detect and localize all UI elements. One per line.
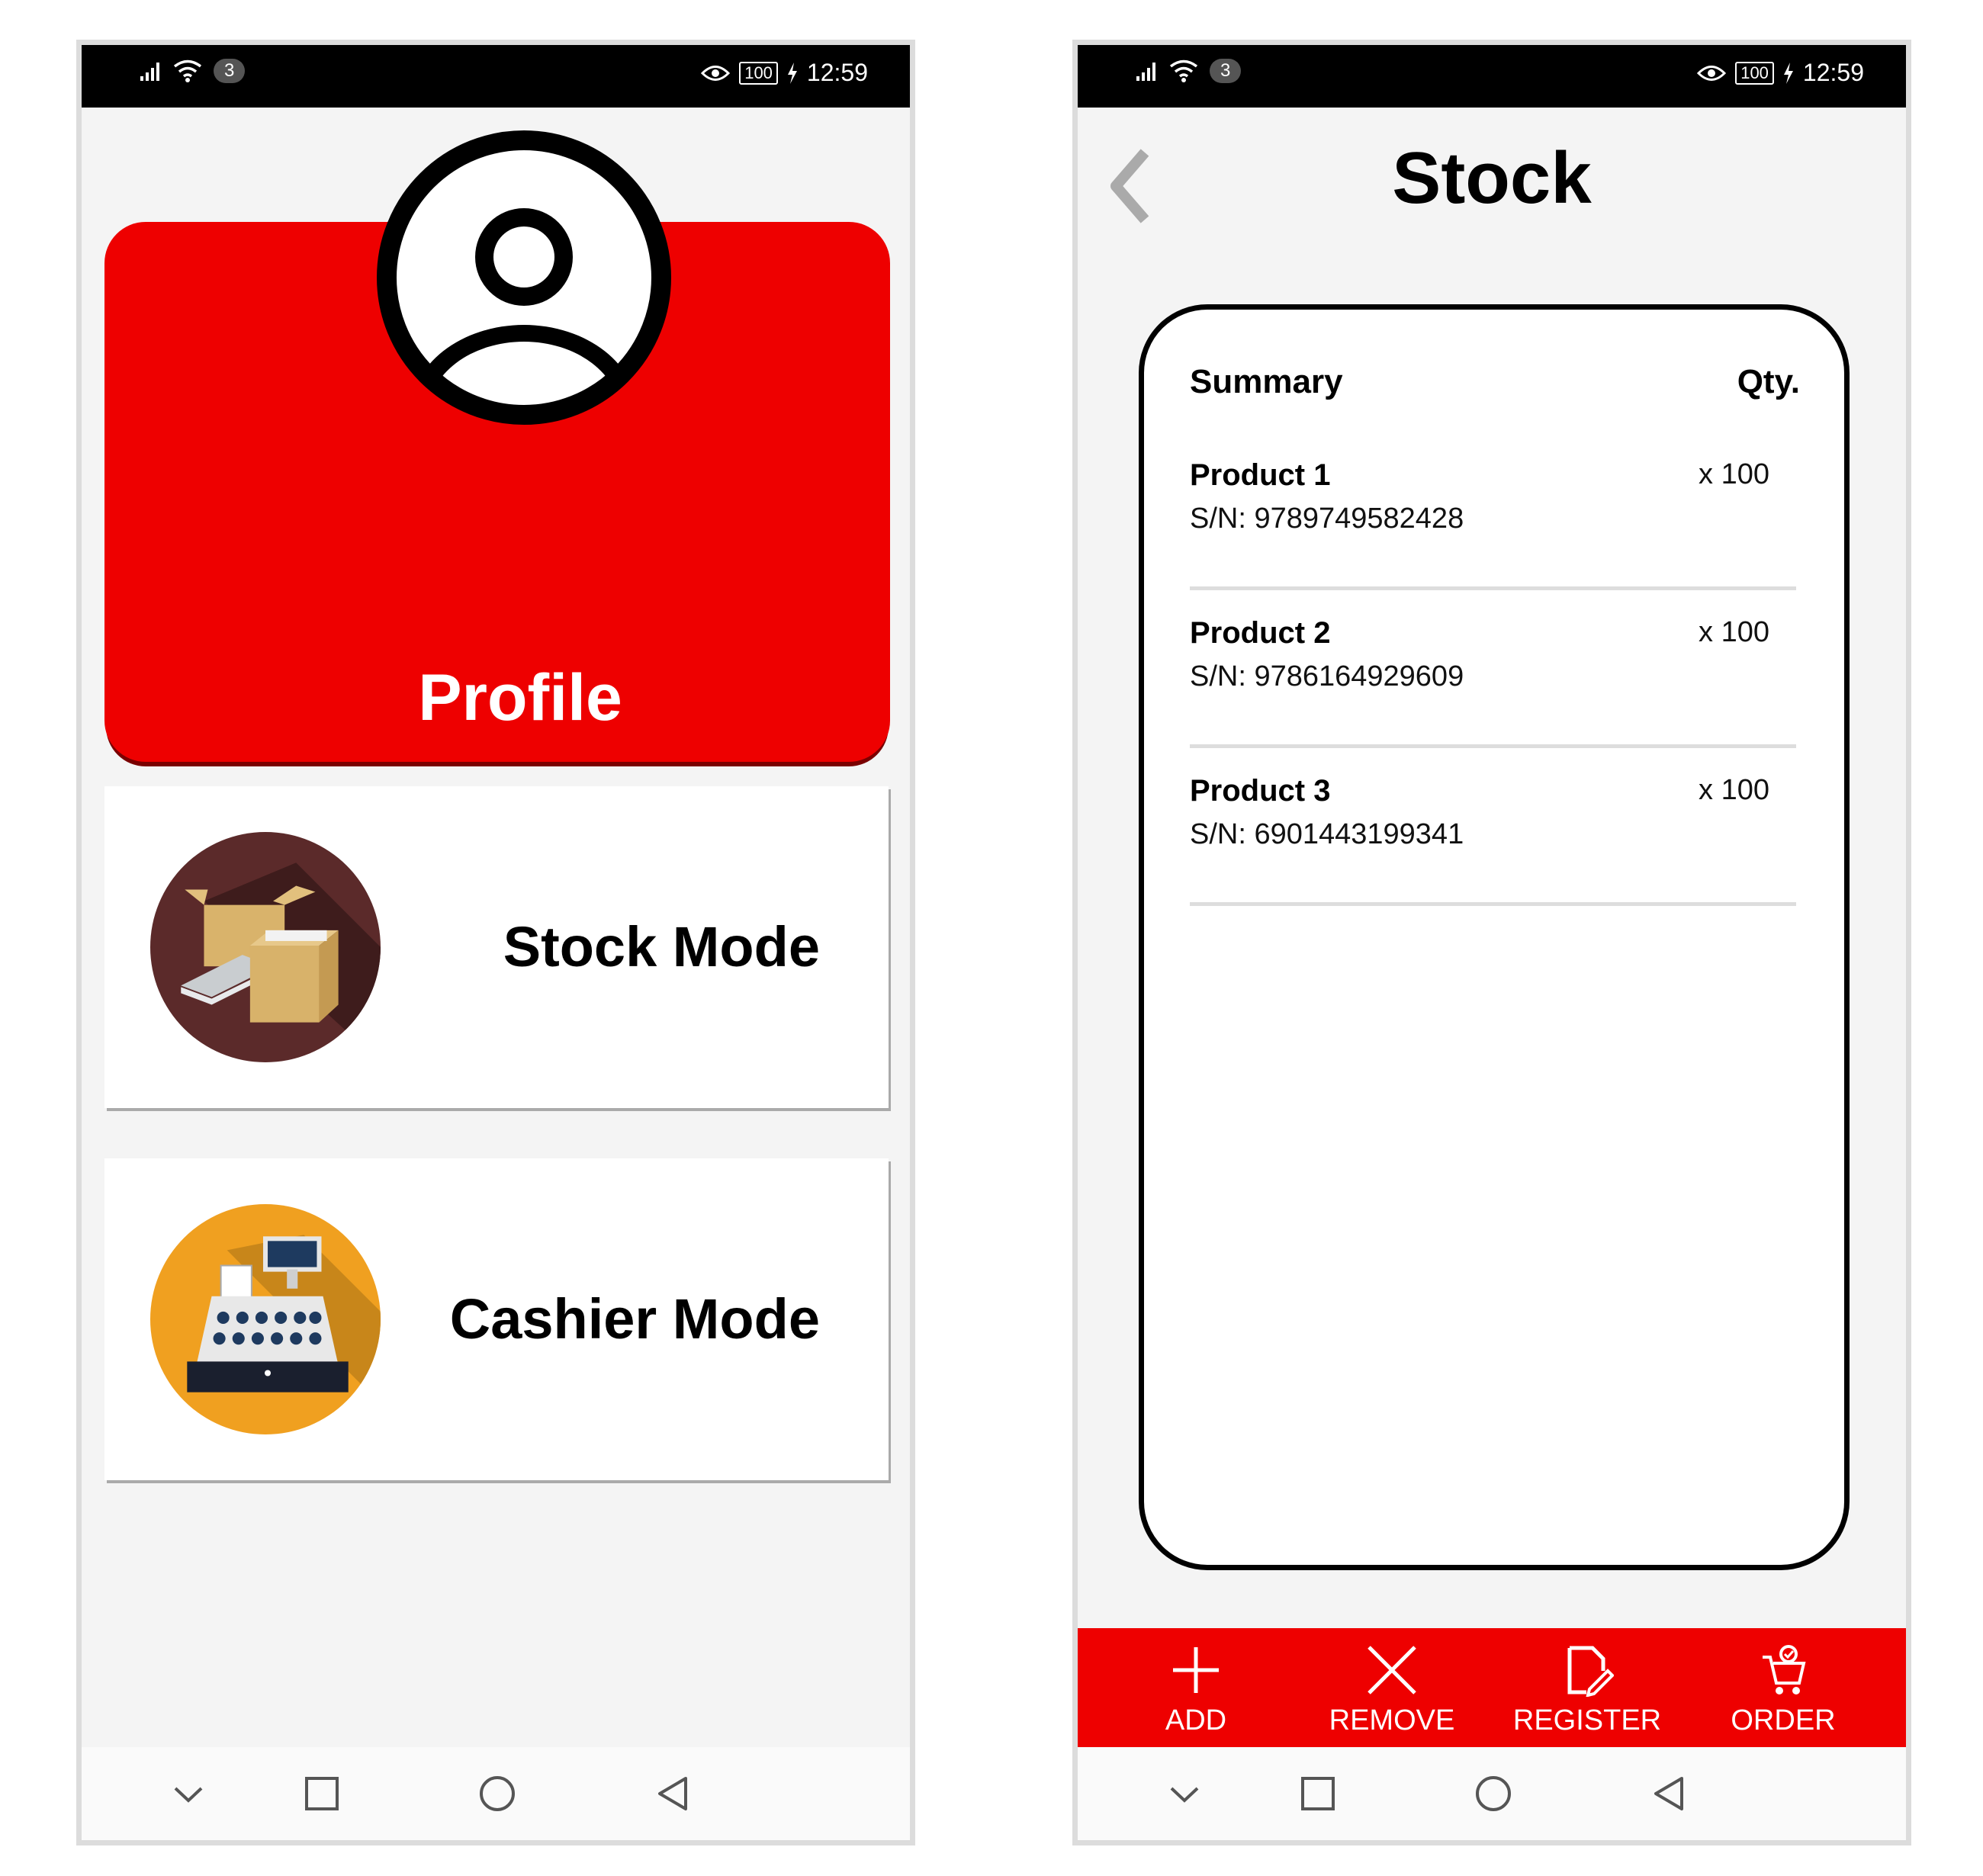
eye-icon bbox=[701, 65, 731, 81]
recents-button-icon[interactable] bbox=[1299, 1775, 1337, 1813]
charging-icon bbox=[787, 62, 797, 84]
status-bar: 3 100 12:59 bbox=[82, 45, 910, 108]
x-icon bbox=[1368, 1646, 1416, 1695]
profile-label: Profile bbox=[418, 661, 622, 734]
edit-icon bbox=[1567, 1646, 1614, 1697]
remove-button[interactable]: REMOVE bbox=[1300, 1643, 1483, 1750]
eye-icon bbox=[1697, 65, 1727, 81]
back-button-icon[interactable] bbox=[1650, 1775, 1688, 1813]
user-avatar-icon[interactable] bbox=[375, 129, 673, 426]
back-button-icon[interactable] bbox=[654, 1775, 692, 1813]
network-badge: 3 bbox=[1210, 59, 1242, 83]
stock-mode-card[interactable]: Stock Mode bbox=[104, 786, 889, 1108]
battery-indicator: 100 bbox=[739, 61, 778, 85]
clock: 12:59 bbox=[1802, 59, 1864, 86]
boxes-icon bbox=[150, 832, 381, 1062]
clock: 12:59 bbox=[806, 59, 868, 86]
status-bar: 3 100 12:59 bbox=[1078, 45, 1906, 108]
product-serial: S/N: 9786164929609 bbox=[1190, 660, 1464, 692]
cash-register-icon bbox=[150, 1204, 381, 1434]
system-nav-bar bbox=[1078, 1747, 1906, 1840]
product-row[interactable]: Product 1 S/N: 9789749582428 x 100 bbox=[1190, 458, 1796, 590]
recents-button-icon[interactable] bbox=[303, 1775, 341, 1813]
product-qty: x 100 bbox=[1699, 458, 1769, 490]
cashier-mode-label: Cashier Mode bbox=[449, 1287, 820, 1351]
page-title: Stock bbox=[1392, 137, 1592, 219]
signal-icon bbox=[140, 63, 159, 81]
system-nav-bar bbox=[82, 1747, 910, 1840]
product-row[interactable]: Product 3 S/N: 6901443199341 x 100 bbox=[1190, 774, 1796, 906]
remove-label: REMOVE bbox=[1329, 1704, 1455, 1736]
charging-icon bbox=[1783, 62, 1793, 84]
chevron-down-icon[interactable] bbox=[169, 1775, 207, 1813]
add-label: ADD bbox=[1165, 1704, 1227, 1736]
battery-indicator: 100 bbox=[1735, 61, 1774, 85]
wifi-icon bbox=[173, 59, 202, 82]
home-button-icon[interactable] bbox=[478, 1775, 516, 1813]
status-left: 3 bbox=[1135, 59, 1242, 83]
cart-check-icon bbox=[1763, 1645, 1806, 1695]
summary-heading: Summary bbox=[1190, 363, 1343, 400]
add-button[interactable]: ADD bbox=[1104, 1643, 1287, 1750]
network-badge: 3 bbox=[214, 59, 246, 83]
product-serial: S/N: 9789749582428 bbox=[1190, 503, 1464, 535]
signal-icon bbox=[1136, 63, 1155, 81]
status-right: 100 12:59 bbox=[1697, 59, 1864, 87]
product-serial: S/N: 6901443199341 bbox=[1190, 818, 1464, 850]
status-left: 3 bbox=[139, 59, 246, 83]
product-name: Product 3 bbox=[1190, 774, 1331, 808]
register-label: REGISTER bbox=[1512, 1704, 1662, 1736]
status-right: 100 12:59 bbox=[701, 59, 868, 87]
order-button[interactable]: ORDER bbox=[1692, 1643, 1875, 1750]
summary-panel: Summary Qty. Product 1 S/N: 978974958242… bbox=[1139, 304, 1850, 1570]
chevron-down-icon[interactable] bbox=[1165, 1775, 1204, 1813]
register-button[interactable]: REGISTER bbox=[1496, 1643, 1679, 1750]
home-screen: 3 100 12:59 Profile Stock Mode Cashier M… bbox=[76, 40, 915, 1845]
order-label: ORDER bbox=[1731, 1704, 1836, 1736]
home-button-icon[interactable] bbox=[1474, 1775, 1512, 1813]
stock-screen: 3 100 12:59 Stock Summary Qty. Product 1… bbox=[1072, 40, 1911, 1845]
product-name: Product 2 bbox=[1190, 616, 1331, 650]
product-qty: x 100 bbox=[1699, 616, 1769, 648]
stock-mode-label: Stock Mode bbox=[503, 915, 820, 978]
wifi-icon bbox=[1169, 59, 1198, 82]
product-row[interactable]: Product 2 S/N: 9786164929609 x 100 bbox=[1190, 616, 1796, 748]
action-bar: ADD REMOVE REGISTER ORDER bbox=[1078, 1628, 1906, 1753]
qty-heading: Qty. bbox=[1737, 363, 1800, 400]
product-name: Product 1 bbox=[1190, 458, 1331, 492]
cashier-mode-card[interactable]: Cashier Mode bbox=[104, 1158, 889, 1480]
product-qty: x 100 bbox=[1699, 774, 1769, 806]
plus-icon bbox=[1173, 1647, 1219, 1693]
